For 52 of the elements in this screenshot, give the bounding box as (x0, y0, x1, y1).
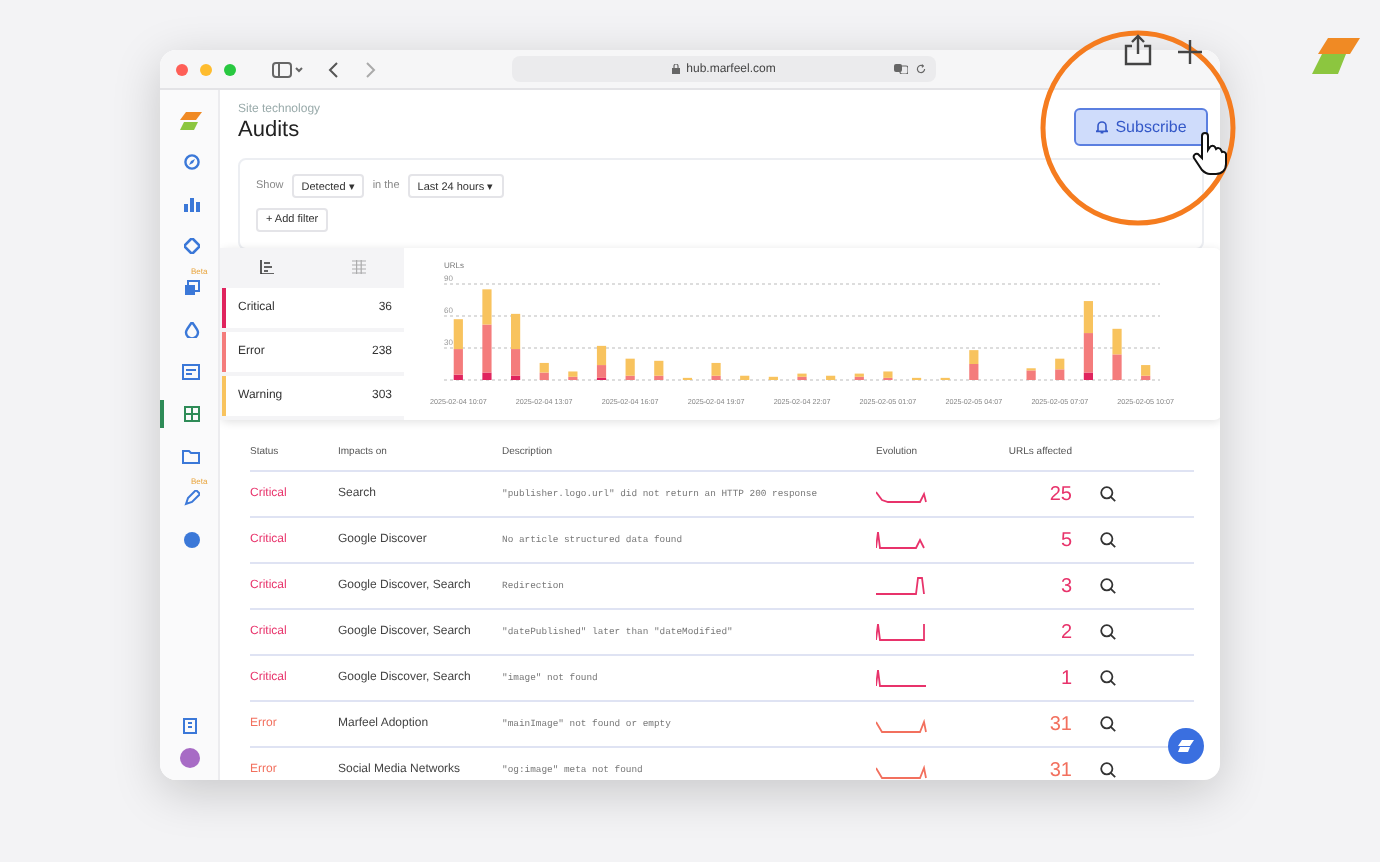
card-icon[interactable] (182, 364, 200, 380)
url-count: 25 (1047, 483, 1072, 505)
plus-icon[interactable] (1178, 40, 1202, 64)
url-count: 1 (1058, 667, 1072, 689)
logo-icon[interactable] (180, 111, 202, 129)
folder-icon[interactable] (182, 448, 200, 464)
diamond-icon[interactable] (183, 238, 199, 254)
list-icon (260, 259, 275, 273)
layers-icon[interactable] (183, 280, 199, 296)
sparkline (876, 760, 928, 780)
compass-icon[interactable] (183, 154, 199, 170)
chat-button[interactable] (1168, 728, 1204, 764)
pen-icon[interactable] (183, 490, 199, 506)
logo-icon (1178, 740, 1194, 752)
forward-icon[interactable] (366, 61, 376, 77)
search-icon[interactable] (1100, 578, 1116, 594)
reload-icon[interactable] (916, 64, 926, 74)
sparkline (876, 576, 928, 596)
page-title: Audits (238, 118, 302, 142)
share-icon[interactable] (1124, 34, 1152, 66)
avatar[interactable] (179, 748, 199, 768)
close-icon[interactable] (176, 63, 188, 75)
bell-icon (1095, 120, 1108, 134)
bar (826, 375, 836, 380)
url-count: 31 (1047, 759, 1072, 780)
bar-chart-icon[interactable] (183, 196, 199, 212)
search-icon[interactable] (1100, 716, 1116, 732)
translate-icon[interactable] (894, 64, 908, 74)
grid-icon (351, 259, 366, 273)
lock-icon (672, 64, 681, 74)
globe-icon[interactable] (183, 532, 199, 548)
sparkline (876, 530, 928, 550)
search-icon[interactable] (1100, 670, 1116, 686)
logo-icon (1312, 38, 1360, 74)
search-icon[interactable] (1100, 486, 1116, 502)
sparkline (876, 622, 928, 642)
bar (740, 375, 750, 380)
sidebar-toggle-icon[interactable] (272, 61, 304, 77)
url-count: 31 (1047, 713, 1072, 735)
url-count: 3 (1058, 575, 1072, 597)
search-icon[interactable] (1100, 762, 1116, 778)
search-icon[interactable] (1100, 532, 1116, 548)
url-count: 2 (1058, 621, 1072, 643)
drop-icon[interactable] (183, 322, 199, 338)
search-icon[interactable] (1100, 624, 1116, 640)
sparkline (876, 668, 928, 688)
building-icon[interactable] (181, 718, 197, 734)
table-icon[interactable] (183, 406, 199, 422)
subscribe-button[interactable]: Subscribe (1074, 108, 1208, 146)
sparkline (876, 714, 928, 734)
url-count: 5 (1058, 529, 1072, 551)
back-icon[interactable] (328, 61, 338, 77)
